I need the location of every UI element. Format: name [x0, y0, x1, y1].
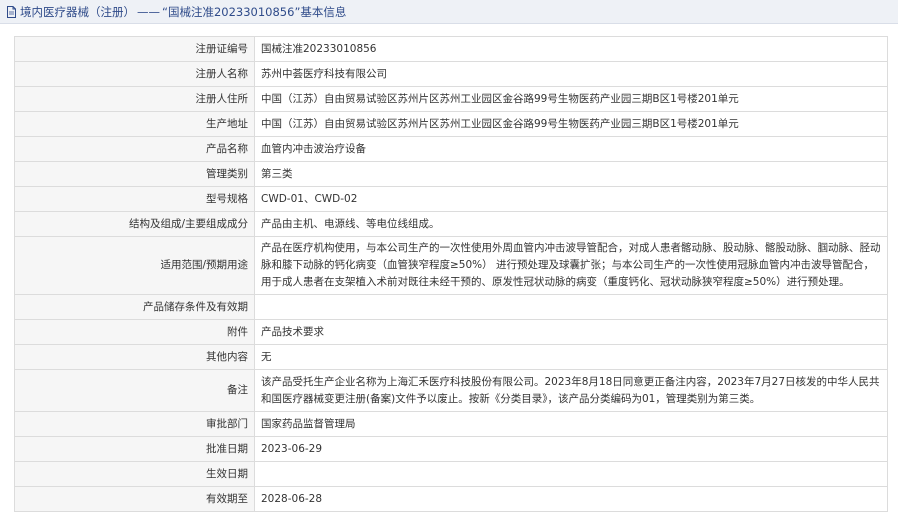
row-value [254, 461, 888, 487]
row-value: 产品在医疗机构使用，与本公司生产的一次性使用外周血管内冲击波导管配合，对成人患者… [254, 236, 888, 295]
page-header: 境内医疗器械（注册） —— “国械注准20233010856”基本信息 [0, 0, 898, 24]
table-row: 管理类别 第三类 [14, 161, 888, 187]
row-label: 有效期至 [14, 486, 255, 512]
table-row: 审批部门 国家药品监督管理局 [14, 411, 888, 437]
row-label: 注册人名称 [14, 61, 255, 87]
row-label: 型号规格 [14, 186, 255, 212]
row-value: 该产品受托生产企业名称为上海汇禾医疗科技股份有限公司。2023年8月18日同意更… [254, 369, 888, 412]
row-label: 其他内容 [14, 344, 255, 370]
table-row: 有效期至 2028-06-28 [14, 486, 888, 512]
row-value: 2023-06-29 [254, 436, 888, 462]
table-row: 注册证编号 国械注准20233010856 [14, 36, 888, 62]
row-label: 产品储存条件及有效期 [14, 294, 255, 320]
row-label: 生效日期 [14, 461, 255, 487]
header-prefix: 境内医疗器械（注册） [20, 4, 135, 19]
table-row: 适用范围/预期用途 产品在医疗机构使用，与本公司生产的一次性使用外周血管内冲击波… [14, 236, 888, 295]
row-label: 适用范围/预期用途 [14, 236, 255, 295]
row-value: 国家药品监督管理局 [254, 411, 888, 437]
table-row: 生产地址 中国（江苏）自由贸易试验区苏州片区苏州工业园区金谷路99号生物医药产业… [14, 111, 888, 137]
row-label: 批准日期 [14, 436, 255, 462]
table-row: 生效日期 [14, 461, 888, 487]
row-value: 2028-06-28 [254, 486, 888, 512]
table-row: 备注 该产品受托生产企业名称为上海汇禾医疗科技股份有限公司。2023年8月18日… [14, 369, 888, 412]
table-row: 型号规格 CWD-01、CWD-02 [14, 186, 888, 212]
row-value: 苏州中荟医疗科技有限公司 [254, 61, 888, 87]
row-value: 产品由主机、电源线、等电位线组成。 [254, 211, 888, 237]
table-row: 注册人住所 中国（江苏）自由贸易试验区苏州片区苏州工业园区金谷路99号生物医药产… [14, 86, 888, 112]
row-value: 无 [254, 344, 888, 370]
row-label: 生产地址 [14, 111, 255, 137]
row-label: 注册证编号 [14, 36, 255, 62]
table-row: 产品储存条件及有效期 [14, 294, 888, 320]
row-label: 结构及组成/主要组成成分 [14, 211, 255, 237]
row-value: 中国（江苏）自由贸易试验区苏州片区苏州工业园区金谷路99号生物医药产业园三期B区… [254, 111, 888, 137]
row-value: 产品技术要求 [254, 319, 888, 345]
row-value: 中国（江苏）自由贸易试验区苏州片区苏州工业园区金谷路99号生物医药产业园三期B区… [254, 86, 888, 112]
row-label: 审批部门 [14, 411, 255, 437]
header-separator: —— [137, 4, 160, 19]
row-value: 第三类 [254, 161, 888, 187]
row-label: 产品名称 [14, 136, 255, 162]
table-row: 批准日期 2023-06-29 [14, 436, 888, 462]
table-row: 产品名称 血管内冲击波治疗设备 [14, 136, 888, 162]
row-label: 注册人住所 [14, 86, 255, 112]
row-label: 管理类别 [14, 161, 255, 187]
info-table: 注册证编号 国械注准20233010856 注册人名称 苏州中荟医疗科技有限公司… [14, 36, 888, 512]
header-title: “国械注准20233010856”基本信息 [162, 4, 347, 19]
row-value [254, 294, 888, 320]
table-row: 附件 产品技术要求 [14, 319, 888, 345]
table-row: 结构及组成/主要组成成分 产品由主机、电源线、等电位线组成。 [14, 211, 888, 237]
document-icon [6, 5, 17, 18]
table-row: 其他内容 无 [14, 344, 888, 370]
row-value: 血管内冲击波治疗设备 [254, 136, 888, 162]
row-label: 附件 [14, 319, 255, 345]
row-value: CWD-01、CWD-02 [254, 186, 888, 212]
table-row: 注册人名称 苏州中荟医疗科技有限公司 [14, 61, 888, 87]
row-value: 国械注准20233010856 [254, 36, 888, 62]
row-label: 备注 [14, 369, 255, 412]
